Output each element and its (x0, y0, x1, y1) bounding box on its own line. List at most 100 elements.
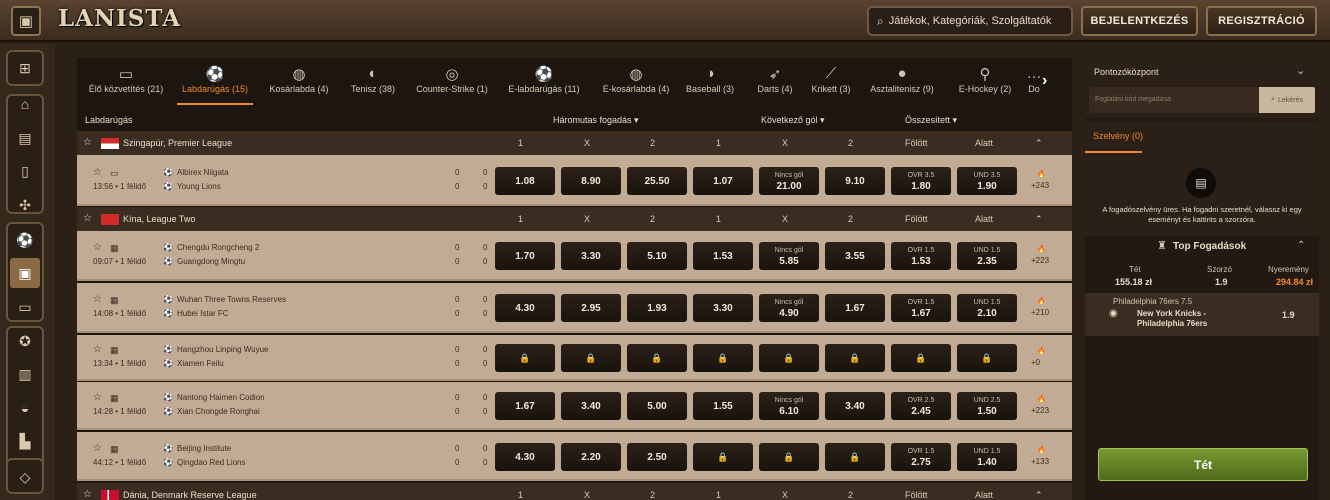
place-bet-button[interactable]: Tét (1098, 448, 1308, 481)
locked-odd[interactable]: 🔒 (693, 443, 753, 471)
home-icon[interactable]: ⌂ (10, 89, 40, 119)
star-icon[interactable]: ☆ (93, 242, 102, 253)
odd-button[interactable]: 2.50 (627, 443, 687, 471)
more-markets-link[interactable]: +210 (1031, 308, 1049, 317)
star-icon[interactable]: ☆ (93, 392, 102, 403)
locked-odd[interactable]: 🔒 (957, 344, 1017, 372)
helmet-icon[interactable]: ◒ (10, 393, 40, 423)
stats-icon[interactable]: ▦ (110, 393, 119, 404)
tab-table-tennis[interactable]: ● Asztalitenisz (9) (867, 58, 937, 102)
gift-icon[interactable]: ⊞ (10, 53, 40, 83)
market-threeway[interactable]: Háromutas fogadás ▾ (553, 115, 639, 126)
tab-hockey[interactable]: ⚲ E-Hockey (2) (951, 58, 1019, 102)
podium-icon[interactable]: ▥ (10, 359, 40, 389)
star-icon[interactable]: ☆ (93, 344, 102, 355)
market-total[interactable]: Összesített ▾ (905, 115, 957, 126)
odd-button[interactable]: 1.07 (693, 167, 753, 195)
match-row[interactable]: ☆ ▦ 14:28 • 1 félidő ⚽ Nantong Haimen Codion… (77, 382, 1072, 430)
odd-button[interactable]: Nincs gól 4.90 (759, 294, 819, 322)
medal-icon[interactable]: ✪ (10, 326, 40, 356)
tab-crosshair[interactable]: ◎ Counter-Strike (1) (409, 58, 495, 102)
stats-icon[interactable]: ▦ (110, 345, 119, 356)
stats-icon[interactable]: ▦ (110, 243, 119, 254)
stats-icon[interactable]: ▦ (110, 444, 119, 455)
odd-button[interactable]: OVR 1.5 1.67 (891, 294, 951, 322)
tab-basketball[interactable]: ◍ Kosárlabda (4) (265, 58, 333, 102)
poker-chip-icon[interactable]: ✣ (10, 190, 40, 220)
odd-button[interactable]: OVR 2.5 2.45 (891, 392, 951, 420)
collapse-icon[interactable]: ⌃ (1297, 240, 1305, 251)
stats-icon[interactable]: ▦ (110, 295, 119, 306)
locked-odd[interactable]: 🔒 (759, 344, 819, 372)
odd-button[interactable]: OVR 1.5 1.53 (891, 242, 951, 270)
tab-e-soccer[interactable]: ⚽ E-labdarúgás (11) (501, 58, 587, 102)
odd-button[interactable]: 4.30 (495, 294, 555, 322)
match-row[interactable]: ☆ ▦ 13:34 • 1 félidő ⚽ Hangzhou Linping Wuyu… (77, 335, 1072, 381)
match-row[interactable]: ☆ ▭ 13:56 • 1 félidő ⚽ Albirex Niigata ⚽ Young… (77, 155, 1072, 206)
collapse-icon[interactable]: ⌃ (1035, 214, 1043, 225)
tab-tv[interactable]: ▭ Élő közvetítés (21) (83, 58, 169, 102)
odd-button[interactable]: 2.95 (561, 294, 621, 322)
odd-button[interactable]: 1.55 (693, 392, 753, 420)
odd-button[interactable]: UND 3.5 1.90 (957, 167, 1017, 195)
tab-e-basketball[interactable]: ◍ E-kosárlabda (4) (597, 58, 675, 102)
star-icon[interactable]: ☆ (83, 489, 92, 500)
locked-odd[interactable]: 🔒 (561, 344, 621, 372)
collapse-icon[interactable]: ⌃ (1035, 138, 1043, 149)
locked-odd[interactable]: 🔒 (627, 344, 687, 372)
star-icon[interactable]: ☆ (93, 443, 102, 454)
sidebar-toggle-icon[interactable]: ▣ (11, 6, 41, 36)
odd-button[interactable]: 5.10 (627, 242, 687, 270)
odd-button[interactable]: 9.10 (825, 167, 885, 195)
market-next-goal[interactable]: Következő gól ▾ (761, 115, 825, 126)
odd-button[interactable]: UND 2.5 1.50 (957, 392, 1017, 420)
odd-button[interactable]: 25.50 (627, 167, 687, 195)
odd-button[interactable]: Nincs gól 6.10 (759, 392, 819, 420)
code-fetch-button[interactable]: ⌕ Lekérés (1259, 87, 1315, 113)
more-markets-link[interactable]: +133 (1031, 457, 1049, 466)
search-input[interactable]: ⌕ Játékok, Kategóriák, Szolgáltatók (867, 6, 1073, 36)
booking-code-input[interactable]: Foglalási kód megadása (1089, 87, 1259, 113)
chevron-down-icon[interactable]: ⌄ (1296, 64, 1305, 77)
star-icon[interactable]: ☆ (93, 294, 102, 305)
odd-button[interactable]: OVR 3.5 1.80 (891, 167, 951, 195)
odd-button[interactable]: 4.30 (495, 443, 555, 471)
calendar-icon[interactable]: ▤ (10, 123, 40, 153)
odd-button[interactable]: OVR 1.5 2.75 (891, 443, 951, 471)
odd-button[interactable]: Nincs gól 21.00 (759, 167, 819, 195)
locked-odd[interactable]: 🔒 (495, 344, 555, 372)
logo[interactable]: LANISTA (58, 5, 181, 32)
more-markets-link[interactable]: +223 (1031, 256, 1049, 265)
diamond-icon[interactable]: ◇ (10, 462, 40, 492)
briefcase-icon[interactable]: ▙ (10, 426, 40, 456)
top-bet-item[interactable]: Philadelphia 76ers 7.5 New York Knicks -… (1085, 293, 1319, 336)
star-icon[interactable]: ☆ (83, 213, 92, 224)
odd-button[interactable]: 3.30 (693, 294, 753, 322)
cards-icon[interactable]: ▯ (10, 156, 40, 186)
odd-button[interactable]: UND 1.5 2.10 (957, 294, 1017, 322)
tab-bet-slip[interactable]: Szelvény (0) (1093, 131, 1143, 141)
locked-odd[interactable]: 🔒 (693, 344, 753, 372)
league-header[interactable]: ☆ Kína, League Two 1 X 2 1 X 2 Fölött Alatt ⌃ (77, 207, 1072, 231)
odd-button[interactable]: Nincs gól 5.85 (759, 242, 819, 270)
league-header[interactable]: ☆ Szingapúr, Premier League 1 X 2 1 X 2 Fölött Al… (77, 131, 1072, 155)
locked-odd[interactable]: 🔒 (825, 443, 885, 471)
odd-button[interactable]: 8.90 (561, 167, 621, 195)
tab-baseball[interactable]: ◑ Baseball (3) (683, 58, 737, 102)
locked-odd[interactable]: 🔒 (891, 344, 951, 372)
odd-button[interactable]: 3.40 (561, 392, 621, 420)
scroll-right-icon[interactable]: › (1042, 72, 1047, 90)
odd-button[interactable]: 1.70 (495, 242, 555, 270)
more-markets-link[interactable]: +223 (1031, 406, 1049, 415)
match-row[interactable]: ☆ ▦ 09:07 • 1 félidő ⚽ Chengdu Rongcheng 2 ⚽ G… (77, 231, 1072, 281)
odd-button[interactable]: 5.00 (627, 392, 687, 420)
odd-button[interactable]: UND 1.5 1.40 (957, 443, 1017, 471)
odd-button[interactable]: 3.30 (561, 242, 621, 270)
more-markets-link[interactable]: +243 (1031, 181, 1049, 190)
odd-button[interactable]: 1.67 (495, 392, 555, 420)
star-icon[interactable]: ☆ (83, 137, 92, 148)
odd-button[interactable]: 1.93 (627, 294, 687, 322)
league-header[interactable]: ☆ Dánia, Denmark Reserve League 1 X 2 1 X 2 Fölö… (77, 483, 1072, 500)
more-markets-link[interactable]: +0 (1031, 358, 1040, 367)
odd-button[interactable]: 1.08 (495, 167, 555, 195)
